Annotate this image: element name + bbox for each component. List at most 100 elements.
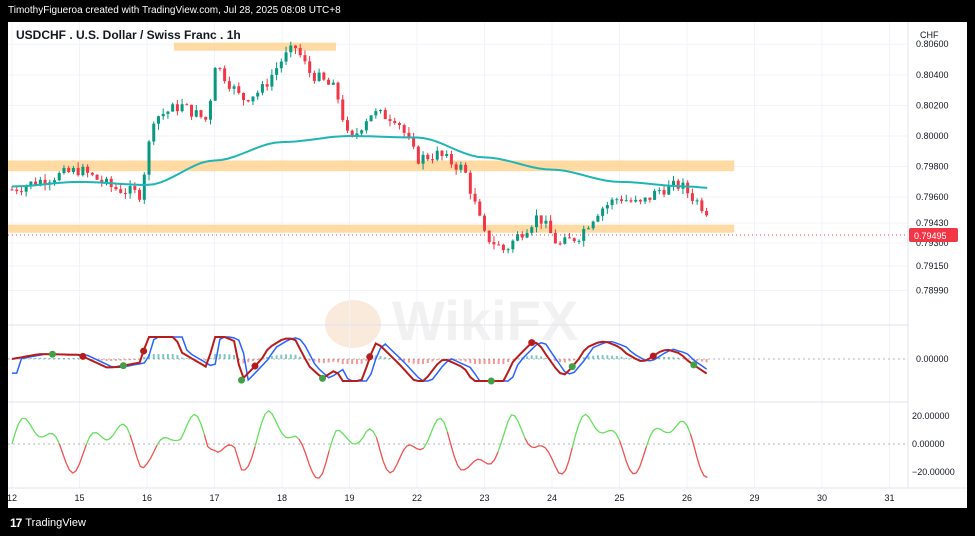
candle-body bbox=[251, 96, 255, 102]
macd-histogram-bar bbox=[568, 359, 571, 362]
macd-histogram-bar bbox=[67, 358, 70, 359]
candle-body bbox=[605, 205, 609, 209]
macd-cross-marker bbox=[238, 376, 245, 384]
macd-histogram-bar bbox=[233, 354, 236, 359]
price-tick-label: 0.80600 bbox=[916, 39, 949, 49]
candle-body bbox=[426, 154, 430, 160]
macd-histogram-bar bbox=[223, 354, 226, 359]
footer-bar: 17 TradingView bbox=[0, 508, 975, 536]
macd-histogram-bar bbox=[625, 357, 628, 359]
macd-histogram-bar bbox=[114, 359, 117, 361]
candle-body bbox=[242, 92, 246, 101]
macd-histogram-bar bbox=[540, 356, 543, 359]
macd-axis: 0.00000 bbox=[916, 354, 949, 364]
candle-body bbox=[15, 189, 19, 192]
macd-histogram-bar bbox=[502, 359, 505, 364]
candle-body bbox=[530, 227, 534, 233]
macd-histogram-bar bbox=[185, 358, 188, 359]
macd-histogram-bar bbox=[611, 355, 614, 359]
macd-histogram-bar bbox=[195, 359, 198, 360]
macd-histogram-bar bbox=[270, 356, 273, 359]
candle-body bbox=[279, 61, 283, 69]
price-tick-label: 0.80200 bbox=[916, 100, 949, 110]
chart-svg[interactable]: WikiFX CHF 0.806000.804000.802000.800000… bbox=[7, 22, 967, 508]
oscillator-line bbox=[571, 413, 621, 449]
macd-histogram-bar bbox=[563, 359, 566, 363]
macd-tick-label: 0.00000 bbox=[916, 354, 949, 364]
candle-body bbox=[483, 215, 486, 231]
macd-histogram-bar bbox=[492, 359, 495, 364]
candle-body bbox=[81, 166, 85, 176]
macd-histogram-bar bbox=[507, 359, 510, 362]
candle-body bbox=[379, 109, 383, 112]
macd-histogram-bar bbox=[696, 359, 699, 361]
candle-body bbox=[180, 104, 184, 112]
candle-body bbox=[223, 68, 227, 82]
macd-histogram-bar bbox=[681, 358, 684, 359]
candle-body bbox=[142, 174, 146, 200]
candle-body bbox=[374, 111, 378, 116]
price-tick-label: 0.79430 bbox=[916, 218, 949, 228]
candle-body bbox=[657, 190, 661, 192]
candle-body bbox=[194, 110, 198, 117]
candle-body bbox=[369, 115, 373, 122]
time-tick-label: 29 bbox=[749, 493, 759, 503]
candle-body bbox=[199, 110, 203, 117]
support-resistance-zones bbox=[8, 42, 735, 233]
macd-histogram-bar bbox=[606, 355, 609, 359]
macd-histogram-bar bbox=[526, 356, 529, 359]
macd-histogram-bar bbox=[251, 359, 254, 362]
macd-histogram-bar bbox=[469, 359, 472, 364]
candle-body bbox=[638, 199, 642, 202]
candle-body bbox=[166, 111, 170, 114]
macd-histogram-bar bbox=[436, 359, 439, 361]
macd-histogram-bar bbox=[511, 359, 514, 360]
candle-body bbox=[393, 121, 397, 124]
oscillator-line bbox=[497, 414, 526, 453]
watermark-text: WikiFX bbox=[392, 289, 578, 352]
oscillator-tick-label: 0.00000 bbox=[912, 439, 945, 449]
time-tick-label: 17 bbox=[209, 493, 219, 503]
macd-histogram-bar bbox=[592, 355, 595, 359]
macd-cross-marker bbox=[366, 353, 374, 361]
macd-histogram-bar bbox=[672, 357, 675, 359]
candle-body bbox=[388, 119, 392, 122]
macd-histogram-bar bbox=[110, 359, 113, 361]
zone bbox=[8, 224, 735, 233]
macd-histogram-bar bbox=[166, 354, 169, 359]
oscillator-tick-label: 20.00000 bbox=[912, 411, 950, 421]
macd-histogram-bar bbox=[530, 355, 533, 359]
candle-body bbox=[156, 116, 160, 124]
macd-histogram-bar bbox=[422, 359, 425, 364]
macd-histogram-bar bbox=[29, 358, 32, 359]
candle-body bbox=[435, 150, 439, 160]
macd-histogram-bar bbox=[285, 354, 288, 359]
time-tick-label: 24 bbox=[547, 493, 557, 503]
candle-body bbox=[412, 137, 416, 147]
macd-histogram-bar bbox=[119, 359, 122, 361]
macd-histogram-bar bbox=[294, 354, 297, 359]
candle-body bbox=[558, 243, 562, 245]
candle-body bbox=[171, 104, 175, 112]
candle-body bbox=[572, 238, 576, 242]
zone bbox=[174, 42, 336, 51]
time-tick-label: 31 bbox=[884, 493, 894, 503]
candle-body bbox=[360, 130, 364, 134]
candle-body bbox=[57, 173, 61, 181]
candle-body bbox=[506, 249, 510, 251]
candle-body bbox=[568, 237, 572, 239]
time-axis: 12 15 16 17 18 19 22 23 24 25 26 29 30 31 bbox=[7, 493, 895, 503]
chart-panel[interactable]: WikiFX CHF 0.80600 0.80400 0.80200 0.80000 0… bbox=[7, 22, 967, 508]
macd-histogram-bar bbox=[417, 359, 420, 364]
credit-bar: TimothyFigueroa created with TradingView… bbox=[0, 0, 975, 22]
candle-body bbox=[440, 150, 444, 156]
macd-histogram-bar bbox=[615, 356, 618, 359]
candle-body bbox=[71, 167, 75, 173]
macd-histogram-bar bbox=[218, 354, 221, 359]
candle-body bbox=[327, 79, 331, 85]
candle-body bbox=[336, 82, 340, 100]
macd-histogram-bar bbox=[620, 356, 623, 359]
macd-histogram-bar bbox=[124, 359, 127, 361]
oscillator-line bbox=[129, 434, 158, 469]
candle-body bbox=[459, 164, 463, 170]
